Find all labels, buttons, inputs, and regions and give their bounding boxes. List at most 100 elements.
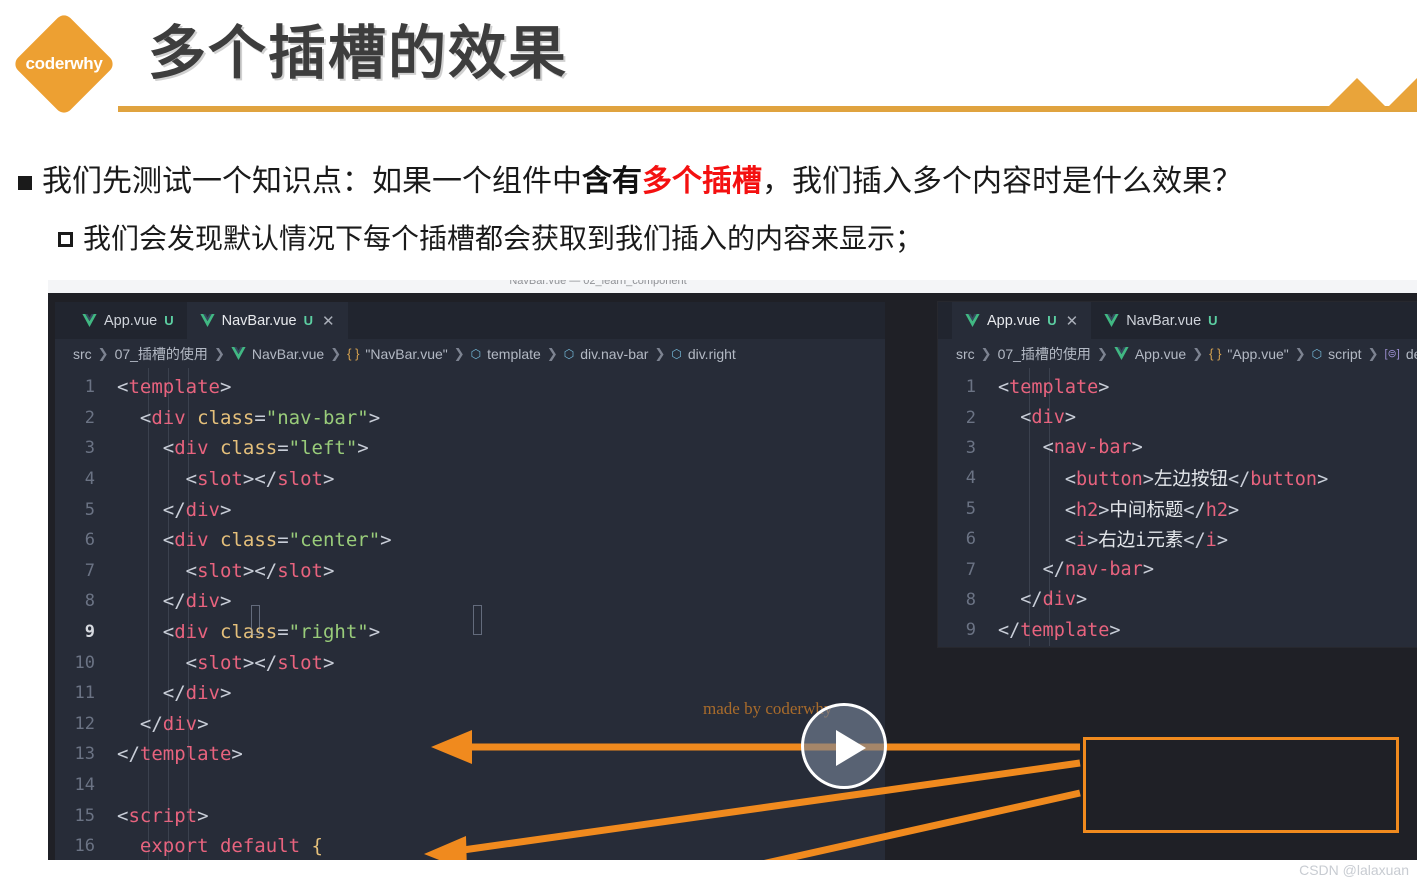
code-line[interactable]: 9 <div class="right"> <box>55 617 885 648</box>
symbol-icon: [⊜] <box>1384 348 1400 360</box>
code-line[interactable]: 13 </template> <box>55 739 885 770</box>
play-button[interactable] <box>801 703 887 789</box>
tab-app-vue-left[interactable]: App.vue U <box>69 302 187 339</box>
braces-icon: { } <box>347 346 360 361</box>
breadcrumb-script[interactable]: script <box>1328 346 1361 362</box>
tab-status-badge: U <box>1047 313 1057 328</box>
breadcrumb-symbol[interactable]: "App.vue" <box>1227 346 1288 362</box>
line-number: 14 <box>74 775 95 796</box>
code-line[interactable]: 5 <h2>中间标题</h2> <box>938 494 1417 524</box>
bullet-1-bold: 含有 <box>582 165 642 198</box>
editor-left-tabbar: App.vue U NavBar.vue U ✕ <box>55 302 885 339</box>
code-line[interactable]: 6 <div class="center"> <box>55 525 885 556</box>
code-text: </template> <box>117 743 243 766</box>
breadcrumb-symbol[interactable]: "NavBar.vue" <box>365 346 447 362</box>
code-line[interactable]: 10 <slot></slot> <box>55 647 885 678</box>
breadcrumb-folder[interactable]: 07_插槽的使用 <box>115 344 208 364</box>
bullet-1-text: 我们先测试一个知识点：如果一个组件中含有多个插槽，我们插入多个内容时是什么效果？ <box>42 160 1242 204</box>
code-highlight-box <box>1083 737 1399 833</box>
logo-label: coderwhy <box>25 54 103 73</box>
cube-icon: ⬡ <box>1311 346 1323 361</box>
breadcrumb-src[interactable]: src <box>956 346 975 362</box>
line-number: 7 <box>965 559 976 580</box>
code-line[interactable]: 16 export default { <box>55 831 885 860</box>
line-number: 2 <box>84 407 95 428</box>
code-text: <template> <box>998 376 1110 398</box>
tab-label: App.vue <box>987 312 1041 329</box>
line-number: 9 <box>965 620 976 641</box>
breadcrumb-divright[interactable]: div.right <box>688 346 736 362</box>
vscode-window-title: NavBar.vue — 02_learn_component <box>509 280 687 287</box>
bracket-match-box <box>251 605 260 635</box>
editor-panel-right[interactable]: App.vue U ✕ NavBar.vue U ⧉ <box>938 302 1417 647</box>
code-text: </div> <box>162 682 232 705</box>
chevron-right-icon: ❯ <box>453 345 465 361</box>
breadcrumb-file[interactable]: NavBar.vue <box>252 346 324 362</box>
code-line[interactable]: 15 <script> <box>55 800 885 831</box>
code-line[interactable]: 7 <slot></slot> <box>55 556 885 587</box>
code-text: <slot></slot> <box>185 468 335 491</box>
tab-app-vue-right[interactable]: App.vue U ✕ <box>952 302 1092 339</box>
vue-file-icon <box>82 314 97 327</box>
chevron-right-icon: ❯ <box>330 345 342 361</box>
breadcrumb-def[interactable]: def <box>1406 346 1417 362</box>
breadcrumb-file[interactable]: App.vue <box>1135 346 1186 362</box>
code-line[interactable]: 5 </div> <box>55 494 885 525</box>
chevron-right-icon: ❯ <box>97 345 109 361</box>
editor-left-breadcrumb[interactable]: src ❯ 07_插槽的使用 ❯ NavBar.vue ❯ { } "NavBa… <box>55 339 885 368</box>
tab-label: NavBar.vue <box>1126 312 1202 329</box>
line-number: 6 <box>84 530 95 551</box>
editor-right-code[interactable]: 1 <template> 2 <div> 3 <nav-bar> 4 <button>左… <box>938 368 1417 646</box>
chevron-right-icon: ❯ <box>1096 345 1108 361</box>
breadcrumb-navbar[interactable]: div.nav-bar <box>580 346 648 362</box>
bullet-2-text: 我们会发现默认情况下每个插槽都会获取到我们插入的内容来显示； <box>83 223 924 254</box>
code-line[interactable]: 9 </template> <box>938 615 1417 645</box>
code-line[interactable]: 3 <div class="left"> <box>55 433 885 464</box>
code-line[interactable]: 6 <i>右边i元素</i> <box>938 524 1417 554</box>
code-text: <script> <box>117 804 209 827</box>
line-number: 15 <box>74 805 95 826</box>
tab-close-icon[interactable]: ✕ <box>1066 312 1079 330</box>
code-line[interactable]: 2 <div> <box>938 402 1417 432</box>
vscode-window-titlebar: NavBar.vue — 02_learn_component <box>48 280 1417 293</box>
tab-close-icon[interactable]: ✕ <box>322 312 335 330</box>
line-number: 8 <box>965 589 976 610</box>
breadcrumb-src[interactable]: src <box>73 346 92 362</box>
breadcrumb-template[interactable]: template <box>487 346 541 362</box>
chevron-right-icon: ❯ <box>213 345 225 361</box>
code-text: </div> <box>139 712 209 735</box>
tab-navbar-vue-left[interactable]: NavBar.vue U ✕ <box>186 302 348 339</box>
chevron-right-icon: ❯ <box>546 345 558 361</box>
code-text: <div class="left"> <box>162 437 369 460</box>
editor-panel-left[interactable]: App.vue U NavBar.vue U ✕ src ❯ 07_插槽的使用 … <box>55 302 885 860</box>
code-text: <i>右边i元素</i> <box>1064 530 1228 552</box>
code-line[interactable]: 7 </nav-bar> <box>938 554 1417 584</box>
braces-icon: { } <box>1209 346 1222 361</box>
code-line[interactable]: 1 <template> <box>55 372 885 403</box>
tab-navbar-vue-right[interactable]: NavBar.vue U <box>1091 302 1230 339</box>
code-line[interactable]: 2 <div class="nav-bar"> <box>55 403 885 434</box>
chevron-right-icon: ❯ <box>1367 345 1379 361</box>
code-text: <nav-bar> <box>1042 437 1143 459</box>
code-text: <slot></slot> <box>185 651 335 674</box>
line-number: 7 <box>84 560 95 581</box>
code-line[interactable]: 1 <template> <box>938 372 1417 402</box>
code-line[interactable]: 4 <slot></slot> <box>55 464 885 495</box>
bullet-item-2: 我们会发现默认情况下每个插槽都会获取到我们插入的内容来显示； <box>58 218 923 260</box>
code-line[interactable]: 8 </div> <box>938 585 1417 615</box>
code-line[interactable]: 3 <nav-bar> <box>938 433 1417 463</box>
line-number: 5 <box>84 499 95 520</box>
code-text: <div class="nav-bar"> <box>139 406 381 429</box>
chevron-right-icon: ❯ <box>980 345 992 361</box>
editor-left-code[interactable]: 1 <template> 2 <div class="nav-bar"> 3 <div… <box>55 368 885 860</box>
line-number: 10 <box>74 652 95 673</box>
cube-icon: ⬡ <box>563 346 575 361</box>
editor-right-breadcrumb[interactable]: src ❯ 07_插槽的使用 ❯ App.vue ❯ { } "App.vue"… <box>938 339 1417 368</box>
code-line[interactable]: 8 </div> <box>55 586 885 617</box>
code-line[interactable]: 4 <button>左边按钮</button> <box>938 463 1417 493</box>
breadcrumb-folder[interactable]: 07_插槽的使用 <box>998 344 1091 364</box>
line-number: 8 <box>84 591 95 612</box>
code-line[interactable]: 14 <box>55 770 885 801</box>
embedded-video-screenshot[interactable]: NavBar.vue — 02_learn_component App.vue … <box>48 280 1417 860</box>
editor-right-tabbar: App.vue U ✕ NavBar.vue U ⧉ <box>938 302 1417 339</box>
